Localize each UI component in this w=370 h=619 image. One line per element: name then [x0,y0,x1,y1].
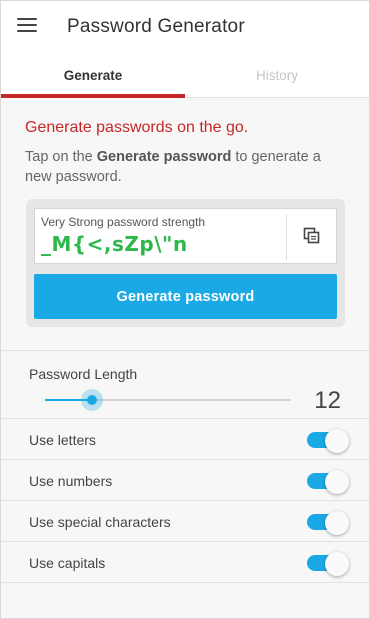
intro-text: Tap on the Generate password to generate… [25,147,345,187]
password-length-value: 12 [314,387,341,414]
app-bar: Password Generator [1,1,369,53]
tab-history[interactable]: History [185,53,369,98]
toggle-knob [325,511,349,535]
option-row-special: Use special characters [1,501,369,542]
option-label: Use capitals [29,555,106,571]
password-length-label: Password Length [29,366,138,382]
generate-password-button[interactable]: Generate password [34,274,337,319]
password-strength-label: Very Strong password strength [41,215,206,229]
generated-password[interactable]: _M{<,sZp\"n [41,232,188,256]
generator-card: Very Strong password strength _M{<,sZp\"… [26,199,345,327]
toggle-knob [325,429,349,453]
active-tab-indicator [1,94,185,98]
option-label: Use numbers [29,473,113,489]
use-capitals-toggle[interactable] [307,552,349,576]
toggle-knob [325,552,349,576]
use-numbers-toggle[interactable] [307,470,349,494]
use-special-characters-toggle[interactable] [307,511,349,535]
option-label: Use letters [29,432,96,448]
settings-list: Password Length 12 Use letters Use numbe… [1,350,369,583]
intro-heading: Generate passwords on the go. [25,119,249,136]
intro-text-before: Tap on the [25,149,97,165]
option-row-capitals: Use capitals [1,542,369,583]
intro-text-bold: Generate password [96,149,232,165]
option-label: Use special characters [29,514,171,530]
hamburger-menu-icon[interactable] [17,18,37,34]
copy-icon [303,227,320,244]
app-window: Password Generator Generate History Gene… [0,0,370,619]
password-field[interactable]: Very Strong password strength _M{<,sZp\"… [34,208,337,264]
toggle-knob [325,470,349,494]
app-title: Password Generator [67,16,245,37]
password-length-slider[interactable] [45,389,291,411]
tab-generate[interactable]: Generate [1,53,185,98]
option-row-letters: Use letters [1,419,369,460]
use-letters-toggle[interactable] [307,429,349,453]
slider-thumb[interactable] [80,389,103,411]
password-length-row: Password Length 12 [1,351,369,419]
option-row-numbers: Use numbers [1,460,369,501]
copy-button[interactable] [287,209,337,263]
tab-bar: Generate History [1,53,369,98]
